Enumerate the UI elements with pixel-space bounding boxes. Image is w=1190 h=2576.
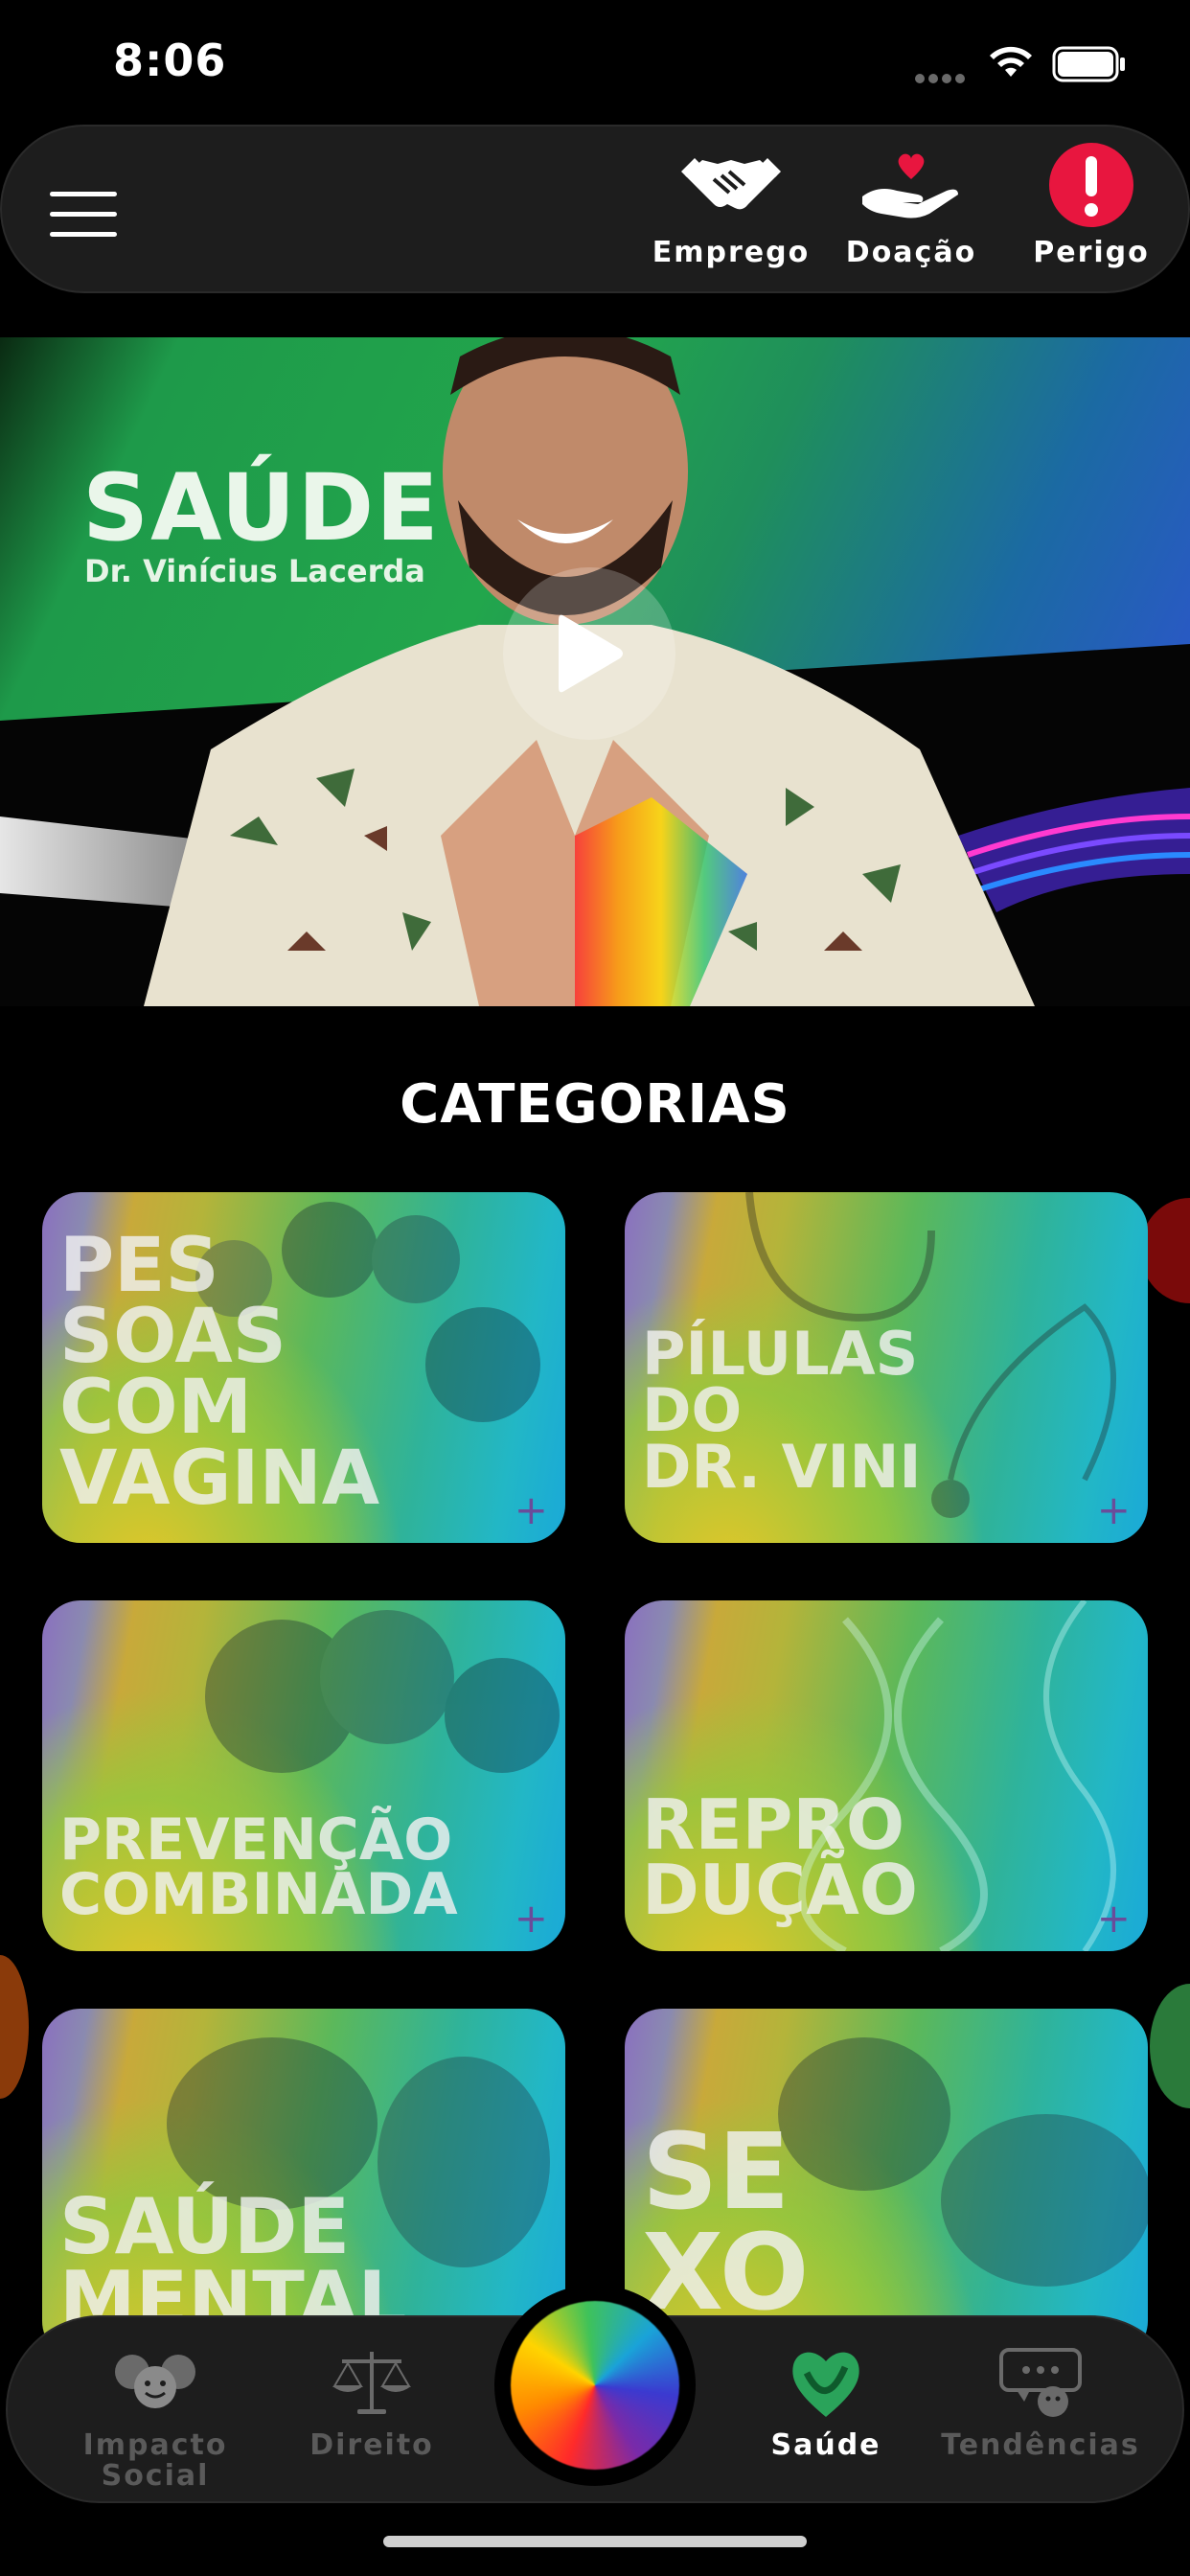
nav-label: Saúde [770, 2428, 881, 2462]
doacao-label: Doação [845, 236, 977, 269]
plus-icon: + [514, 1486, 548, 1533]
hamburger-line [50, 192, 117, 196]
plus-icon: + [514, 1895, 548, 1942]
category-title: PÍLULAS DO DR. VINI [642, 1319, 922, 1502]
section-title: CATEGORIAS [400, 1073, 790, 1136]
rainbow-orb-icon [511, 2301, 679, 2470]
battery-icon [1052, 46, 1125, 82]
status-time: 8:06 [113, 34, 227, 86]
health-heart-icon [773, 2344, 879, 2421]
home-indicator[interactable] [383, 2536, 807, 2547]
doacao-button[interactable]: Doação [830, 142, 993, 286]
nav-label: Tendências [941, 2428, 1140, 2462]
scales-icon [319, 2344, 424, 2421]
decorative-blob [1150, 1984, 1190, 2108]
plus-icon: + [1096, 1486, 1131, 1533]
play-button[interactable] [503, 567, 675, 740]
perigo-label: Perigo [1033, 236, 1150, 269]
category-title: REPRO DUÇÃO [642, 1784, 918, 1931]
decorative-blob [0, 1955, 29, 2099]
category-title: PES SOAS COM VAGINA [59, 1223, 380, 1523]
wifi-icon [990, 46, 1032, 77]
hero-video[interactable]: SAÚDE Dr. Vinícius Lacerda [0, 337, 1190, 1006]
donation-hand-heart-icon [858, 142, 964, 228]
category-card-prevencao-combinada[interactable]: PREVENÇÃO COMBINADA + [42, 1600, 565, 1951]
nav-label: Direito [309, 2428, 434, 2462]
top-bar: Emprego Doação Perigo [0, 125, 1190, 293]
hamburger-line [50, 212, 117, 217]
social-impact-icon [103, 2344, 208, 2421]
menu-button[interactable] [50, 192, 119, 237]
center-orb-button[interactable] [494, 2285, 696, 2486]
emprego-button[interactable]: Emprego [650, 142, 812, 286]
hero-title: SAÚDE [82, 454, 441, 562]
hamburger-line [50, 232, 117, 237]
nav-item-tendencias[interactable]: Tendências [935, 2344, 1146, 2497]
plus-icon: + [1096, 1895, 1131, 1942]
emprego-label: Emprego [652, 236, 811, 269]
cellular-signal-icon [915, 69, 971, 83]
category-card-sexo[interactable]: SE XO [625, 2009, 1148, 2359]
category-title: SE XO [642, 2110, 810, 2334]
danger-exclamation-icon [1039, 142, 1144, 228]
hero-subtitle: Dr. Vinícius Lacerda [84, 553, 425, 589]
category-card-pessoas-com-vagina[interactable]: PES SOAS COM VAGINA + [42, 1192, 565, 1543]
category-card-saude-mental[interactable]: SAÚDE MENTAL [42, 2009, 565, 2359]
nav-label: Impacto Social [82, 2428, 228, 2493]
nav-item-impacto-social[interactable]: Impacto Social [50, 2344, 261, 2497]
play-icon [559, 614, 623, 693]
trends-chat-icon [988, 2344, 1093, 2421]
perigo-button[interactable]: Perigo [1010, 142, 1173, 286]
nav-item-direito[interactable]: Direito [266, 2344, 477, 2497]
status-bar: 8:06 [0, 0, 1190, 115]
handshake-icon [678, 142, 784, 228]
nav-item-saude[interactable]: Saúde [721, 2344, 931, 2497]
category-card-reproducao[interactable]: REPRO DUÇÃO + [625, 1600, 1148, 1951]
category-card-pilulas-do-dr-vini[interactable]: PÍLULAS DO DR. VINI + [625, 1192, 1148, 1543]
category-title: PREVENÇÃO COMBINADA [59, 1806, 458, 1928]
